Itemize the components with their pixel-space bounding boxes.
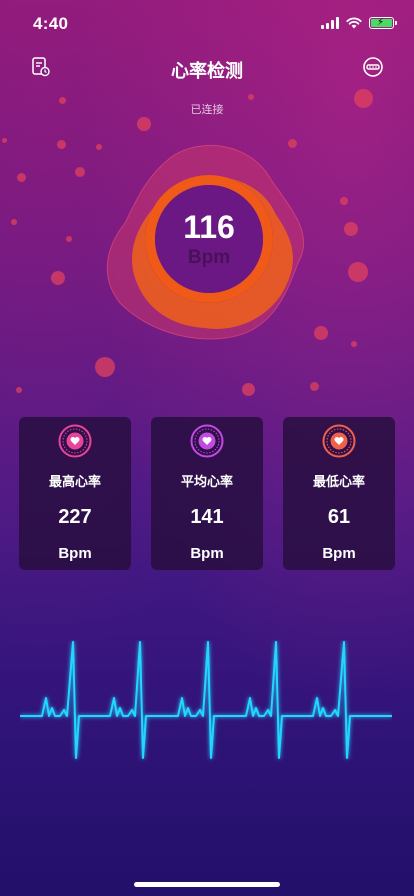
cellular-signal-icon — [321, 17, 339, 29]
wifi-icon — [346, 17, 362, 29]
status-time: 4:40 — [33, 14, 69, 33]
heart-max-icon — [58, 424, 92, 458]
stat-label: 最低心率 — [312, 474, 365, 489]
stat-unit: Bpm — [322, 545, 356, 562]
device-icon[interactable] — [362, 56, 384, 78]
nav-bar: 心率检测 — [0, 50, 414, 86]
status-bar: 4:40 ⚡ — [0, 0, 414, 48]
stat-value: 61 — [327, 506, 351, 528]
stat-value: 227 — [58, 506, 92, 528]
stat-unit: Bpm — [190, 545, 224, 562]
stat-card-avg: 平均心率 141 Bpm — [151, 417, 263, 570]
stat-label: 最高心率 — [48, 474, 101, 489]
stat-card-min: 最低心率 61 Bpm — [283, 417, 395, 570]
current-bpm-value: 116 — [183, 209, 235, 245]
stat-card-max: 最高心率 227 Bpm — [19, 417, 131, 570]
ecg-waveform — [20, 641, 392, 759]
battery-icon: ⚡ — [369, 17, 397, 29]
heart-avg-icon — [190, 424, 224, 458]
stat-value: 141 — [190, 506, 224, 528]
page-title: 心率检测 — [171, 61, 243, 81]
stat-label: 平均心率 — [180, 474, 233, 489]
status-icons: ⚡ — [321, 17, 397, 29]
current-bpm-unit: Bpm — [187, 247, 231, 268]
home-indicator[interactable] — [134, 882, 280, 887]
stat-unit: Bpm — [58, 545, 92, 562]
heart-min-icon — [322, 424, 356, 458]
